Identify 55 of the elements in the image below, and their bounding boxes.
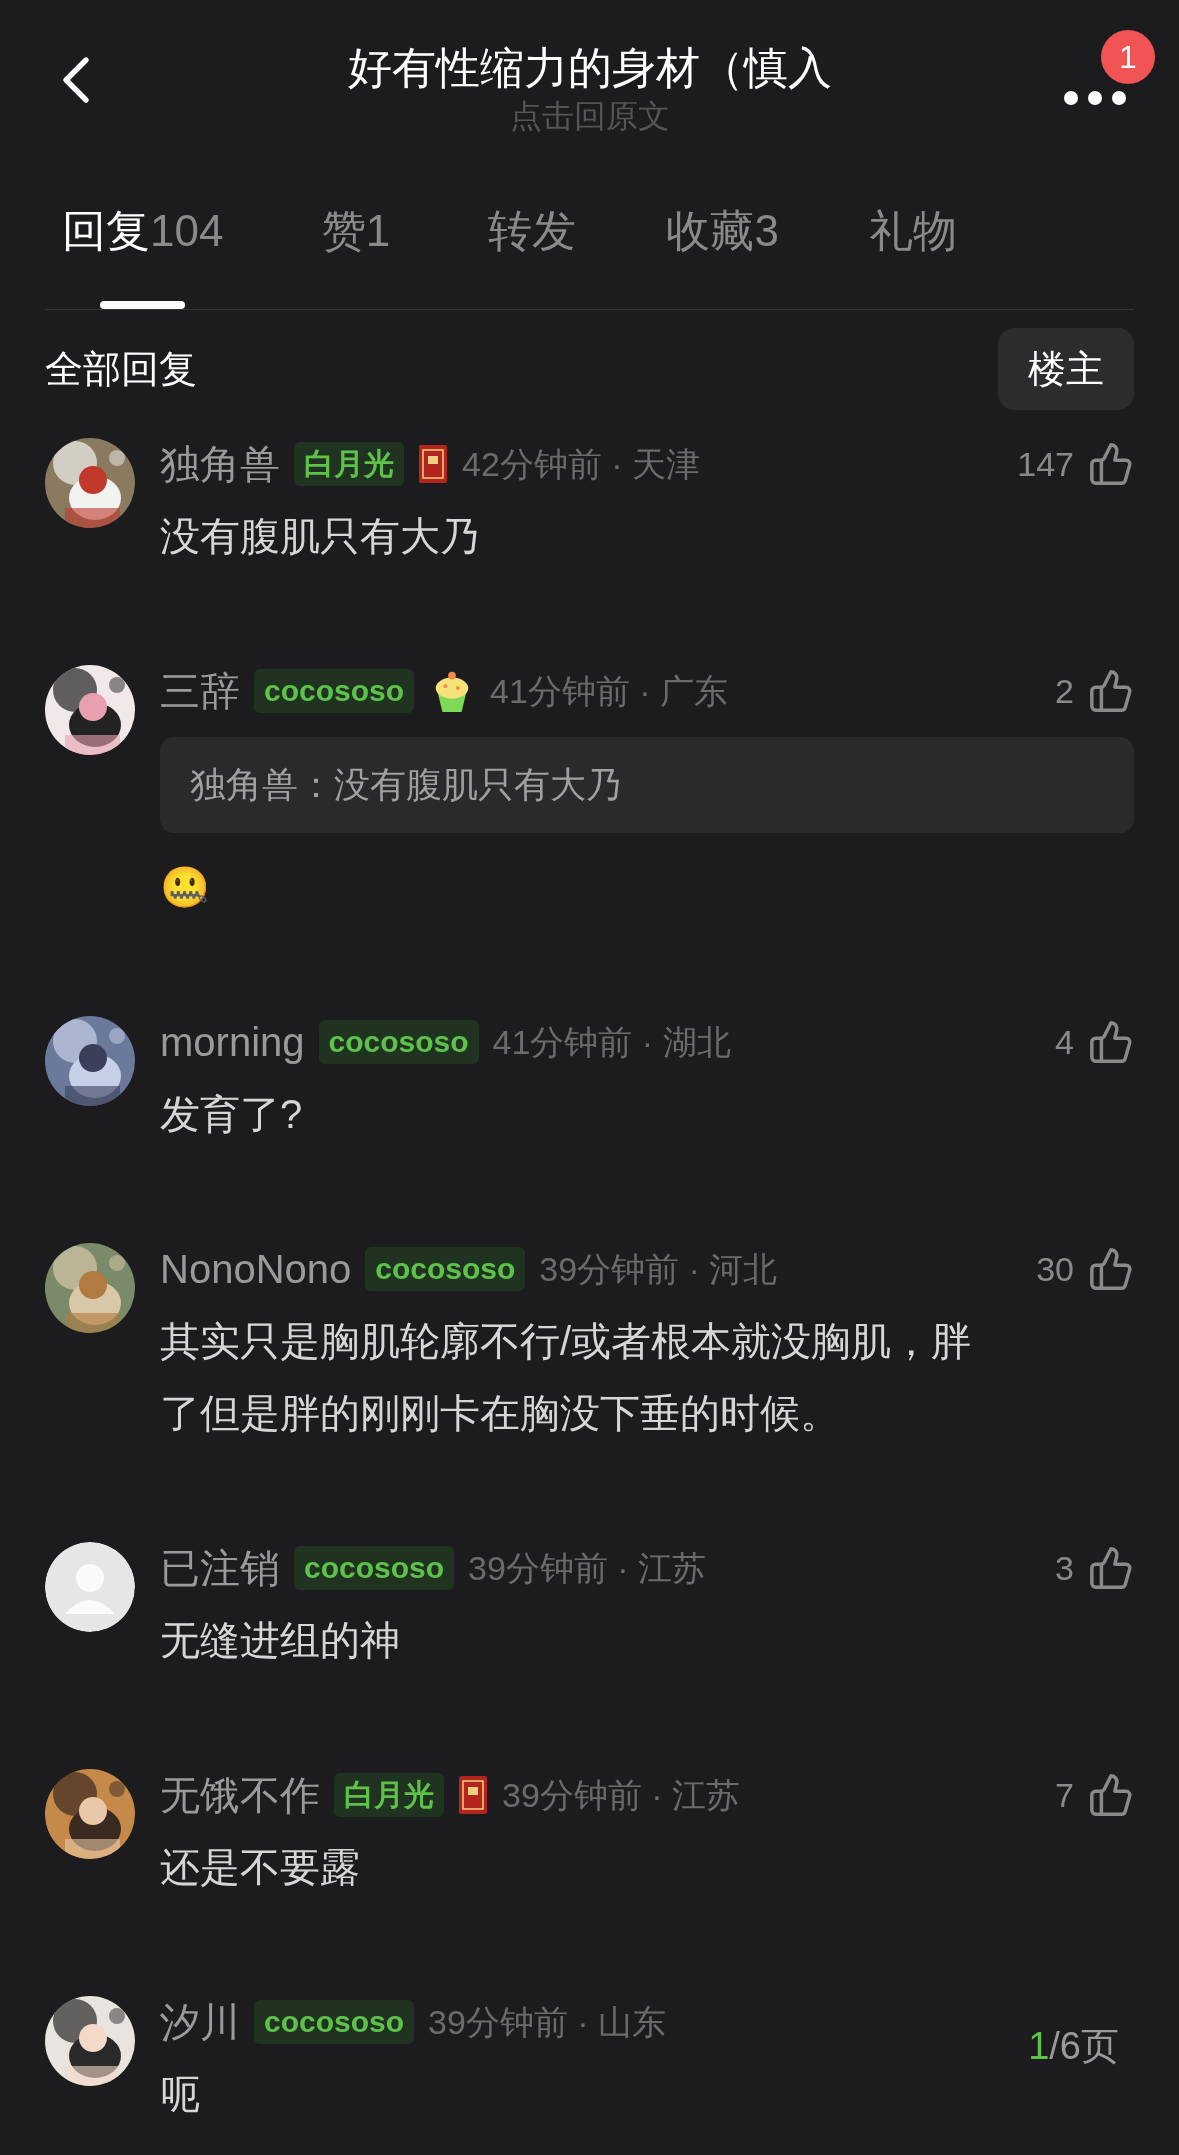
comment-time-location: 42分钟前 · 天津	[462, 443, 701, 485]
like-count: 147	[1017, 443, 1074, 485]
more-icon[interactable]	[1063, 90, 1127, 106]
like-count: 30	[1036, 1248, 1074, 1290]
tab[interactable]: 转发	[488, 201, 577, 309]
user-name[interactable]: 独角兽	[160, 434, 280, 494]
like-count: 2	[1055, 670, 1074, 712]
user-level-tag: 白月光	[294, 442, 404, 486]
like-icon[interactable]	[1088, 441, 1134, 487]
tab[interactable]: 回复104	[62, 201, 224, 309]
user-level-tag: cocososo	[294, 1546, 455, 1590]
comment-time-location: 39分钟前 · 山东	[428, 2001, 667, 2043]
user-level-tag: cocososo	[365, 1247, 526, 1291]
comment-time-location: 39分钟前 · 河北	[539, 1248, 778, 1290]
tab[interactable]: 赞1	[313, 201, 399, 309]
tab[interactable]: 收藏3	[666, 201, 779, 309]
comment-time-location: 39分钟前 · 江苏	[502, 1774, 741, 1816]
filter-label: 全部回复	[45, 346, 197, 392]
book-icon	[418, 444, 448, 484]
user-level-tag: cocososo	[254, 2000, 415, 2044]
like-icon[interactable]	[1088, 1772, 1134, 1818]
user-name[interactable]: 已注销	[160, 1538, 280, 1598]
like-count: 3	[1055, 1547, 1074, 1589]
comment-text: 无缝进组的神	[160, 1617, 401, 1664]
like-icon[interactable]	[1088, 1246, 1134, 1292]
quoted-comment: 独角兽：没有腹肌只有大乃	[160, 737, 1134, 833]
user-name[interactable]: 无饿不作	[160, 1765, 320, 1825]
page-indicator[interactable]: 1/6页	[1028, 2018, 1119, 2075]
post-title: 好有性缩力的身材（慎入	[347, 42, 832, 94]
avatar-icon	[45, 1542, 135, 1632]
like-count: 7	[1055, 1774, 1074, 1816]
user-name[interactable]: 汐川	[160, 1992, 240, 2052]
comment-time-location: 39分钟前 · 江苏	[468, 1547, 707, 1589]
like-icon[interactable]	[1088, 1545, 1134, 1591]
user-level-tag: 白月光	[334, 1773, 444, 1817]
book-icon	[458, 1775, 488, 1815]
comment-time-location: 41分钟前 · 湖北	[492, 1021, 731, 1063]
user-level-tag: cocososo	[254, 669, 415, 713]
user-name[interactable]: NonoNono	[160, 1239, 352, 1299]
comment-text: 还是不要露	[160, 1844, 361, 1891]
comment-text: 🤐	[160, 864, 211, 911]
comment-time-location: 41分钟前 · 广东	[490, 670, 729, 712]
user-name[interactable]: morning	[160, 1012, 305, 1072]
op-only-button[interactable]: 楼主	[998, 328, 1134, 410]
like-icon[interactable]	[1088, 668, 1134, 714]
like-icon[interactable]	[1088, 1019, 1134, 1065]
notification-badge: 1	[1101, 30, 1155, 84]
tab[interactable]: 礼物	[868, 201, 957, 309]
like-count: 4	[1055, 1021, 1074, 1063]
user-name[interactable]: 三辞	[160, 661, 240, 721]
comment-text: 没有腹肌只有大乃	[160, 513, 481, 560]
comment-text: 其实只是胸肌轮廓不行/或者根本就没胸肌，胖了但是胖的刚刚卡在胸没下垂的时候。	[160, 1318, 973, 1437]
comment-text: 呃	[160, 2071, 201, 2118]
comment-text: 发育了?	[160, 1091, 304, 1138]
user-level-tag: cocososo	[318, 1020, 479, 1064]
